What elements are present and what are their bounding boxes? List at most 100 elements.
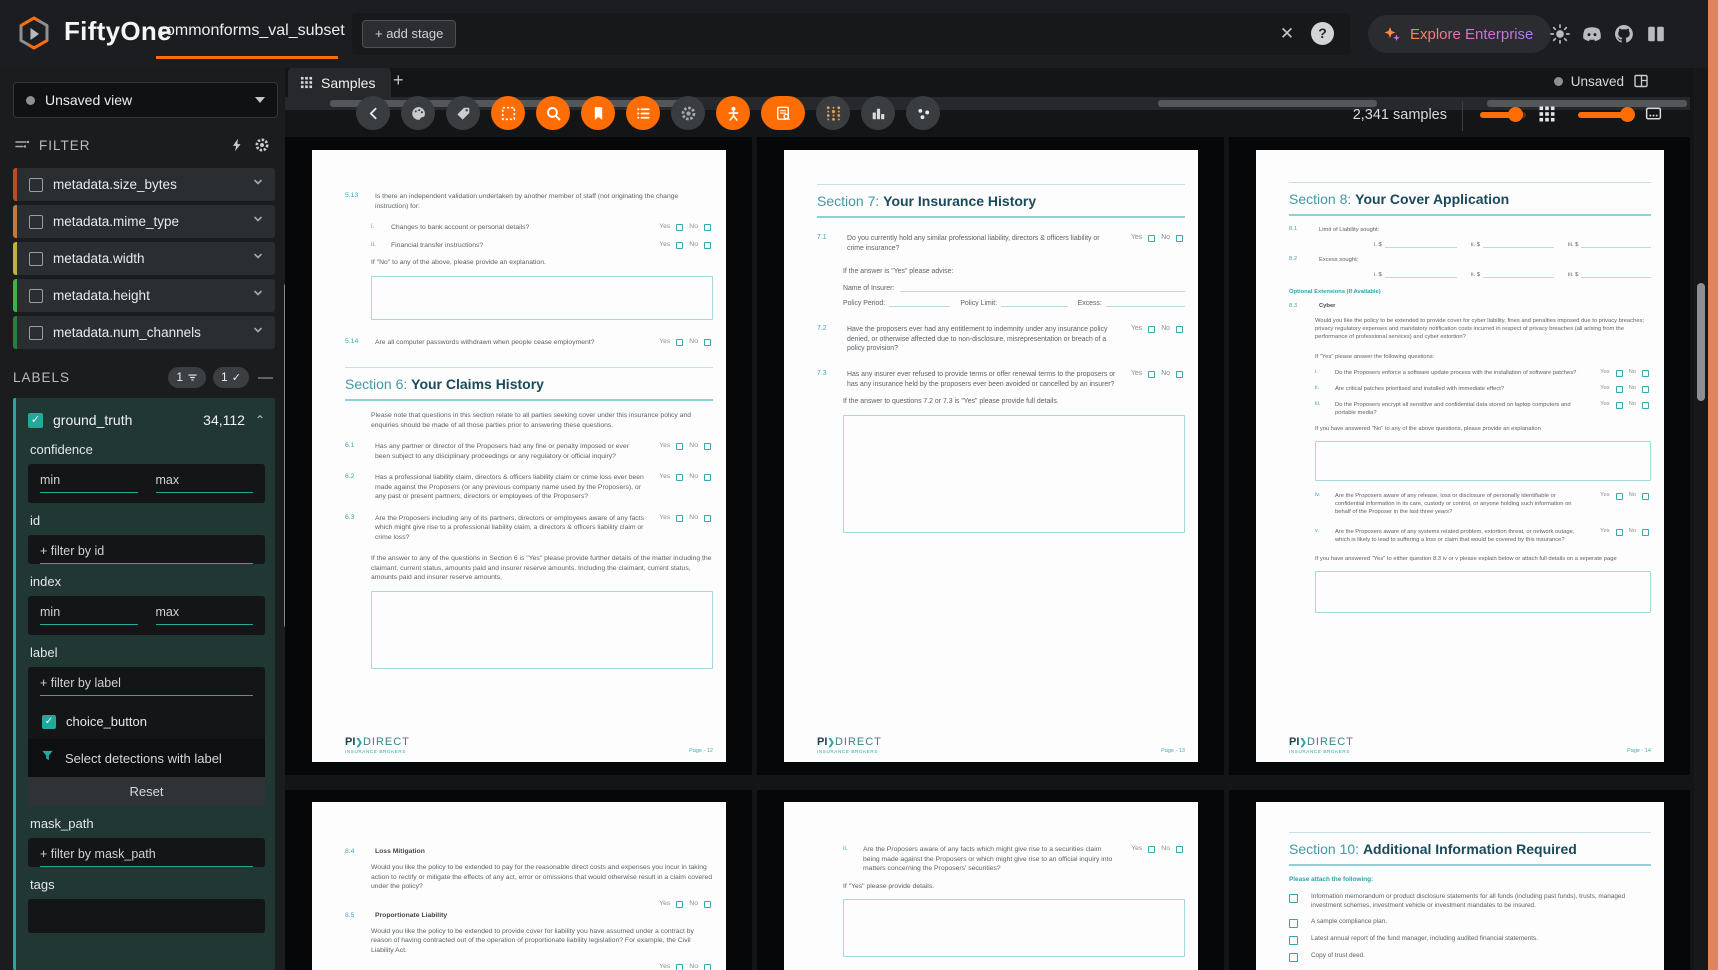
spacer	[817, 965, 1185, 970]
ground-truth-header[interactable]: ✓ ground_truth 34,112 ⌃	[28, 408, 265, 432]
chevron-down-icon[interactable]	[251, 212, 265, 231]
chevron-down-icon	[255, 97, 265, 103]
label-option-row[interactable]: ✓ choice_button	[40, 706, 253, 739]
help-icon[interactable]: ?	[1311, 22, 1334, 45]
filter-title: FILTER	[39, 138, 221, 153]
max-input[interactable]: max	[156, 605, 254, 625]
sub-text: Are the Proposers aware of any systems r…	[1335, 528, 1586, 544]
filter-input[interactable]: + filter by mask_path	[40, 847, 253, 867]
collapse-icon[interactable]: —	[256, 369, 275, 386]
chevron-down-icon[interactable]	[251, 175, 265, 194]
tab-samples[interactable]: Samples	[288, 68, 391, 97]
settings-button[interactable]	[671, 96, 705, 130]
split-panel-icon[interactable]	[1632, 72, 1650, 90]
grid-view-icon[interactable]	[1538, 105, 1556, 123]
form-money-row: i. $ii. $iii. $	[1289, 242, 1651, 248]
money-label: iii. $	[1568, 272, 1578, 278]
doc-search-button[interactable]	[761, 96, 805, 130]
theme-toggle-icon[interactable]	[1548, 22, 1572, 46]
save-state-label: Unsaved	[1571, 74, 1624, 89]
question-text: Is there an independent validation under…	[375, 192, 709, 211]
lightning-icon[interactable]	[229, 137, 245, 153]
sample-tile[interactable]: Section 8: Your Cover Application8.1Limi…	[1229, 137, 1690, 775]
filter-input[interactable]: + filter by label	[40, 676, 253, 696]
sidebar-field-metadata.width[interactable]: metadata.width	[13, 242, 275, 275]
patches-button[interactable]	[816, 96, 850, 130]
field-underline	[1581, 272, 1651, 278]
brand-tagline: INSURANCE BROKERS	[345, 749, 410, 754]
label-filter-count-badge[interactable]: 1	[168, 367, 206, 388]
form-section-heading: Section 8: Your Cover Application	[1289, 182, 1651, 216]
sample-tile[interactable]: Section 7: Your Insurance History7.1Do y…	[757, 137, 1224, 775]
chevron-down-icon[interactable]	[251, 286, 265, 305]
form-field: Policy Period:	[843, 300, 950, 307]
dataset-name[interactable]: commonforms_val_subset	[158, 22, 345, 40]
chevron-down-icon[interactable]	[251, 323, 265, 342]
bookmark-button[interactable]	[581, 96, 615, 130]
checkbox-unchecked-icon[interactable]	[29, 326, 43, 340]
sample-tile[interactable]: 8.4Loss MitigationWould you like the pol…	[285, 790, 752, 970]
field-list-button[interactable]	[626, 96, 660, 130]
min-input[interactable]: min	[40, 605, 138, 625]
embeddings-button[interactable]	[906, 96, 940, 130]
checkbox-unchecked-icon[interactable]	[29, 252, 43, 266]
min-input[interactable]: min	[40, 473, 138, 493]
grid-scrollbar-thumb[interactable]	[1697, 283, 1705, 401]
zoom-slider[interactable]	[1578, 112, 1634, 118]
window-edge-strip	[1708, 0, 1718, 970]
sidebar-field-metadata.num_channels[interactable]: metadata.num_channels	[13, 316, 275, 349]
display-options-icon[interactable]	[1644, 104, 1663, 123]
back-button[interactable]	[356, 96, 390, 130]
color-scheme-button[interactable]	[401, 96, 435, 130]
sidebar-field-metadata.mime_type[interactable]: metadata.mime_type	[13, 205, 275, 238]
checkbox-unchecked-icon[interactable]	[29, 215, 43, 229]
sidebar-scrollbar[interactable]	[284, 283, 285, 628]
form-question-title: 8.5Proportionate Liability	[345, 912, 713, 919]
reset-button[interactable]: Reset	[28, 777, 265, 806]
tile-size-slider[interactable]	[1480, 112, 1526, 118]
gear-icon[interactable]	[253, 136, 271, 154]
explore-enterprise-button[interactable]: Explore Enterprise	[1368, 15, 1551, 53]
add-stage-button[interactable]: + add stage	[362, 20, 456, 48]
label-selected-count-badge[interactable]: 1 ✓	[213, 367, 249, 388]
github-icon[interactable]	[1612, 22, 1636, 46]
form-subheading: Please attach the following:	[1289, 876, 1651, 883]
group-samples-button[interactable]	[716, 96, 750, 130]
sample-tile[interactable]: 5.13Is there an independent validation u…	[285, 137, 752, 775]
rule	[345, 399, 713, 401]
discord-icon[interactable]	[1580, 22, 1604, 46]
histogram-button[interactable]	[861, 96, 895, 130]
label-option: choice_button	[66, 714, 147, 729]
sidebar-field-metadata.size_bytes[interactable]: metadata.size_bytes	[13, 168, 275, 201]
brand-tagline: INSURANCE BROKERS	[1289, 749, 1354, 754]
slider-thumb[interactable]	[1620, 107, 1635, 122]
brand-direct: DIRECT	[835, 736, 882, 748]
range-filter-box: minmax	[28, 464, 265, 503]
slider-thumb[interactable]	[1508, 107, 1523, 122]
checkbox-checked-icon[interactable]: ✓	[42, 715, 56, 729]
checkbox-unchecked-icon[interactable]	[29, 178, 43, 192]
view-selector[interactable]: Unsaved view	[13, 82, 278, 118]
select-samples-button[interactable]	[491, 96, 525, 130]
chevron-up-icon[interactable]: ⌃	[255, 413, 265, 427]
grid-scrollbar-track[interactable]	[1694, 68, 1708, 970]
max-input[interactable]: max	[156, 473, 254, 493]
chevron-down-icon[interactable]	[251, 249, 265, 268]
select-detections-action[interactable]: Select detections with label	[28, 739, 265, 777]
close-icon[interactable]: ✕	[1276, 23, 1298, 45]
sample-tile[interactable]: ii.Are the Proposers aware of any facts …	[757, 790, 1224, 970]
page-number: Page - 14	[1627, 748, 1651, 754]
tag-samples-button[interactable]	[446, 96, 480, 130]
docs-book-icon[interactable]	[1644, 22, 1668, 46]
filter-input[interactable]: + filter by id	[40, 544, 253, 564]
field-underline	[1001, 300, 1068, 307]
search-button[interactable]	[536, 96, 570, 130]
new-tab-button[interactable]: +	[393, 70, 404, 91]
sidebar-field-metadata.height[interactable]: metadata.height	[13, 279, 275, 312]
checkbox-unchecked-icon[interactable]	[29, 289, 43, 303]
view-stage-bar[interactable]: + add stage ✕ ?	[352, 13, 1350, 55]
checkbox-checked-icon[interactable]: ✓	[28, 413, 43, 428]
field-label: metadata.num_channels	[53, 325, 241, 340]
sample-tile[interactable]: Section 10: Additional Information Requi…	[1229, 790, 1690, 970]
section-label: Section 7:	[817, 193, 883, 209]
